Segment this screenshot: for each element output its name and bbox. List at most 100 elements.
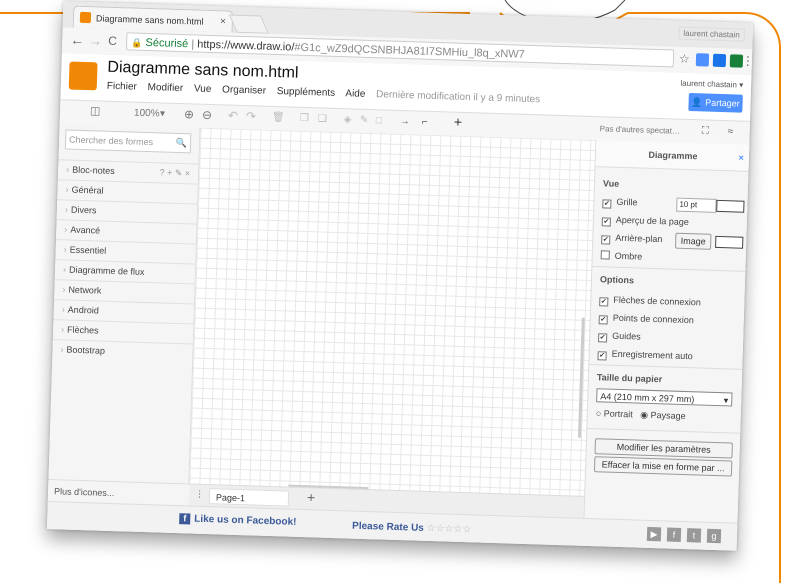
bookmark-star-icon[interactable]: ☆ bbox=[679, 52, 690, 66]
diagram-canvas[interactable] bbox=[189, 127, 596, 496]
undo-icon[interactable]: ↶ bbox=[228, 109, 238, 123]
secure-label: Sécurisé bbox=[145, 36, 189, 51]
redo-icon[interactable]: ↷ bbox=[246, 109, 256, 123]
format-panel-icon[interactable]: ◫ bbox=[90, 104, 101, 117]
rate-us-link[interactable]: Please Rate Us ☆☆☆☆☆ bbox=[352, 521, 472, 536]
user-icon: 👤 bbox=[691, 97, 706, 108]
forward-icon[interactable]: → bbox=[88, 32, 102, 48]
page-view-label: Aperçu de la page bbox=[615, 214, 690, 228]
menu-organiser[interactable]: Organiser bbox=[222, 84, 266, 96]
collapse-icon[interactable]: ≈ bbox=[728, 126, 734, 137]
zoom-level[interactable]: 100% bbox=[134, 108, 160, 120]
close-panel-icon[interactable]: × bbox=[738, 145, 744, 171]
connection-arrows-option[interactable]: ✔ Flèches de connexion bbox=[599, 294, 701, 309]
back-icon[interactable]: ← bbox=[70, 32, 84, 48]
extension-icon[interactable] bbox=[695, 53, 710, 67]
shapes-sidebar: Chercher des formes 🔍 Bloc-notes? + ✎ × … bbox=[48, 123, 201, 484]
github-icon[interactable]: g bbox=[706, 528, 722, 544]
checkbox-unchecked-icon[interactable] bbox=[600, 250, 610, 260]
scratchpad-tools-icon[interactable]: ? + ✎ × bbox=[159, 163, 190, 183]
checkbox-checked-icon[interactable]: ✔ bbox=[597, 351, 607, 361]
facebook-share-icon[interactable]: f bbox=[666, 527, 682, 542]
drawio-logo-icon bbox=[68, 61, 98, 91]
profile-button[interactable]: laurent chastain bbox=[678, 26, 745, 42]
orientation-options: ○ Portrait ◉ Paysage bbox=[596, 408, 686, 422]
radio-unchecked-icon[interactable]: ○ bbox=[596, 408, 602, 418]
delete-icon[interactable]: 🗑 bbox=[272, 112, 285, 123]
document-title[interactable]: Diagramme sans nom.html bbox=[107, 59, 299, 83]
menu-supplements[interactable]: Suppléments bbox=[277, 86, 336, 99]
url-host: https://www.draw.io/ bbox=[197, 38, 295, 54]
divider bbox=[592, 266, 747, 272]
library-label: Bloc-notes bbox=[72, 164, 115, 176]
twitter-icon[interactable]: t bbox=[686, 528, 702, 543]
edit-settings-button[interactable]: Modifier les paramètres bbox=[594, 438, 733, 459]
background-option[interactable]: ✔ Arrière-plan bbox=[601, 232, 662, 246]
zoom-in-icon[interactable]: ⊕ bbox=[184, 107, 194, 121]
last-modified-text[interactable]: Dernière modification il y a 9 minutes bbox=[376, 89, 540, 105]
rate-us-text: Please Rate Us bbox=[351, 520, 424, 534]
connection-points-option[interactable]: ✔ Points de connexion bbox=[598, 312, 694, 327]
user-name[interactable]: laurent chastain ▾ bbox=[680, 79, 743, 90]
library-bootstrap[interactable]: Bootstrap bbox=[52, 339, 193, 364]
divider bbox=[589, 363, 744, 370]
menu-vue[interactable]: Vue bbox=[194, 83, 212, 95]
share-button[interactable]: 👤 Partager bbox=[688, 92, 743, 113]
format-panel-title: Diagramme × bbox=[595, 140, 751, 172]
line-color-icon[interactable]: ✎ bbox=[360, 115, 369, 126]
checkbox-checked-icon[interactable]: ✔ bbox=[599, 297, 609, 307]
background-color-swatch[interactable] bbox=[715, 235, 744, 249]
format-panel-title-text: Diagramme bbox=[648, 149, 698, 162]
zoom-caret-icon[interactable]: ▾ bbox=[160, 108, 165, 119]
menu-fichier[interactable]: Fichier bbox=[107, 81, 137, 93]
checkbox-checked-icon[interactable]: ✔ bbox=[602, 199, 612, 209]
background-image-button[interactable]: Image bbox=[674, 232, 712, 250]
lock-icon: 🔒 bbox=[131, 37, 143, 48]
to-back-icon[interactable]: ❏ bbox=[318, 113, 327, 124]
grid-color-swatch[interactable] bbox=[716, 199, 745, 213]
library-label: Divers bbox=[70, 204, 97, 216]
new-tab-button[interactable] bbox=[228, 14, 269, 34]
url-hash: #G1c_wZ9dQCSNBHJA81I7SMHiu_l8q_xNW7 bbox=[294, 41, 525, 61]
checkbox-checked-icon[interactable]: ✔ bbox=[598, 333, 608, 343]
page-tab[interactable]: Page-1 bbox=[208, 488, 290, 507]
reload-icon[interactable]: C bbox=[108, 34, 117, 48]
guides-option[interactable]: ✔ Guides bbox=[598, 330, 641, 343]
insert-plus-icon[interactable]: + bbox=[454, 114, 463, 130]
library-label: Flèches bbox=[66, 324, 99, 336]
pages-menu-icon[interactable]: ⋮ bbox=[195, 489, 204, 500]
zoom-out-icon[interactable]: ⊖ bbox=[202, 108, 212, 122]
portrait-label[interactable]: Portrait bbox=[604, 408, 633, 419]
to-front-icon[interactable]: ❐ bbox=[300, 113, 309, 124]
youtube-icon[interactable]: ▶ bbox=[646, 526, 662, 542]
checkbox-checked-icon[interactable]: ✔ bbox=[601, 217, 611, 227]
shadow-option[interactable]: Ombre bbox=[600, 250, 642, 262]
shadow-icon[interactable]: □ bbox=[376, 115, 382, 126]
add-page-icon[interactable]: + bbox=[307, 489, 316, 505]
fullscreen-icon[interactable]: ⛶ bbox=[702, 125, 709, 136]
fill-color-icon[interactable]: ◈ bbox=[344, 114, 352, 125]
waypoints-icon[interactable]: ⌐ bbox=[422, 117, 428, 128]
connection-arrow-icon[interactable]: → bbox=[400, 116, 410, 127]
autosave-option[interactable]: ✔ Enregistrement auto bbox=[597, 348, 693, 363]
checkbox-checked-icon[interactable]: ✔ bbox=[601, 235, 611, 245]
paper-size-select[interactable]: A4 (210 mm x 297 mm) ▾ bbox=[596, 388, 733, 407]
landscape-label[interactable]: Paysage bbox=[650, 410, 685, 421]
clear-default-style-button[interactable]: Effacer la mise en forme par ... bbox=[593, 456, 733, 477]
shape-library-list: Bloc-notes? + ✎ × Général Divers Avancé … bbox=[52, 159, 199, 364]
extension-trello-icon[interactable] bbox=[712, 53, 727, 68]
page-view-option[interactable]: ✔ Aperçu de la page bbox=[601, 214, 690, 229]
checkbox-checked-icon[interactable]: ✔ bbox=[598, 315, 608, 325]
search-icon[interactable]: 🔍 bbox=[176, 134, 188, 152]
rating-stars-icon[interactable]: ☆☆☆☆☆ bbox=[426, 523, 471, 535]
menu-aide[interactable]: Aide bbox=[345, 88, 365, 100]
shape-search-input[interactable]: Chercher des formes 🔍 bbox=[64, 129, 192, 154]
grid-option[interactable]: ✔ Grille bbox=[602, 196, 638, 209]
facebook-link[interactable]: f Like us on Facebook! bbox=[179, 513, 297, 528]
browser-menu-icon[interactable]: ⋮ bbox=[742, 54, 753, 68]
radio-checked-icon[interactable]: ◉ bbox=[640, 410, 648, 420]
menu-modifier[interactable]: Modifier bbox=[147, 82, 183, 94]
close-tab-icon[interactable]: × bbox=[220, 11, 227, 33]
guides-label: Guides bbox=[612, 330, 641, 342]
grid-size-input[interactable]: 10 pt bbox=[676, 197, 717, 213]
